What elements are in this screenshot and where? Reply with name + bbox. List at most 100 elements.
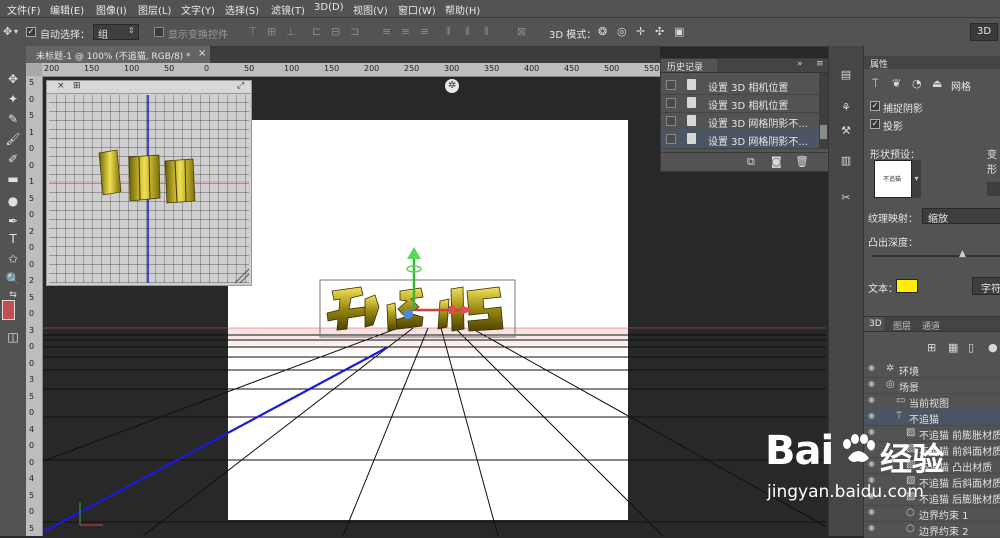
document-tab[interactable]: 未标题-1 @ 100% (不追猫, RGB/8) * × [26,46,210,63]
eye-icon[interactable]: ◉ [868,396,876,404]
light-source-icon[interactable]: ✲ [448,80,456,91]
adjustments-icon[interactable]: ⚒ [837,124,855,138]
transform-button[interactable] [987,182,1000,196]
history-item[interactable]: 设置 3D 相机位置 [661,94,819,113]
shape-preset-thumbnail[interactable]: 不追猫 [874,160,912,198]
slide-3d-icon[interactable]: ✣ [655,25,664,39]
distribute-right-icon[interactable]: ⦀ [484,25,489,39]
align-hcenter-icon[interactable]: ⊟ [331,25,340,39]
menu-file[interactable]: 文件(F) [7,2,41,17]
pen-icon[interactable]: ✒ [4,212,22,230]
menu-layer[interactable]: 图层(L) [138,2,171,17]
scale-3d-icon[interactable]: ▣ [674,25,684,39]
cap-tab-icon[interactable]: ◔ [912,77,922,91]
history-source-checkbox[interactable] [666,134,676,144]
align-top-icon[interactable]: ⊤ [248,25,258,39]
menu-type[interactable]: 文字(Y) [181,2,215,17]
history-source-checkbox[interactable] [666,80,676,90]
character-panel-button[interactable]: 字符 [972,277,1000,295]
layer-row[interactable]: ◉ ▭ 当前视图 [864,393,1000,410]
type-tool-icon[interactable]: T [4,230,22,248]
distribute-vcenter-icon[interactable]: ≡ [401,25,410,39]
menu-window[interactable]: 窗口(W) [398,2,436,17]
history-source-checkbox[interactable] [666,116,676,126]
mesh-tab-icon[interactable]: ⍑ [872,77,879,91]
chevron-down-icon[interactable]: ▾ [14,25,18,39]
new-document-from-state-icon[interactable]: ⧉ [747,155,755,169]
align-bottom-icon[interactable]: ⊥ [286,25,296,39]
panel-menu-icon[interactable]: ≡ [816,59,824,69]
align-left-icon[interactable]: ⊏ [312,25,321,39]
history-brush-icon[interactable]: ✐ [4,150,22,168]
menu-view[interactable]: 视图(V) [353,2,388,17]
filter-meshes-icon[interactable]: ▦ [948,341,958,355]
auto-align-icon[interactable]: ⊠ [517,25,526,39]
brush-icon[interactable]: 🖌 [4,130,22,148]
text-color-swatch[interactable] [896,279,918,293]
menu-help[interactable]: 帮助(H) [445,2,480,17]
eye-icon[interactable]: ◉ [868,412,876,420]
cast-shadow-checkbox[interactable]: ✓ [870,119,880,129]
workspace-3d-button[interactable]: 3D [970,23,998,41]
close-icon[interactable]: × [198,48,206,59]
magic-wand-icon[interactable]: ✦ [4,90,22,108]
tab-layers[interactable]: 图层 [893,319,911,332]
move-tool-icon[interactable]: ✥ [3,25,12,39]
tools-options-icon[interactable]: ✂ [837,191,855,205]
layer-row[interactable]: ◉ ◎ 场景 [864,377,1000,394]
orbit-3d-icon[interactable]: ❂ [598,25,607,39]
quick-mask-icon[interactable]: ◫ [4,328,22,346]
coordinates-tab-icon[interactable]: ⏏ [932,77,942,91]
menu-image[interactable]: 图像(I) [96,2,127,17]
auto-select-checkbox[interactable]: ✓ [26,27,36,37]
history-item-selected[interactable]: 设置 3D 网格阴影不... [661,130,819,149]
menu-select[interactable]: 选择(S) [225,2,259,17]
deform-tab-icon[interactable]: ❦ [892,77,901,91]
filter-materials-icon[interactable]: ▯ [968,341,974,355]
shape-preset-dropdown[interactable]: ▾ [912,160,921,198]
history-scrollbar[interactable] [819,73,828,149]
menu-edit[interactable]: 编辑(E) [50,2,84,17]
filter-lights-icon[interactable]: ● [988,341,998,355]
align-right-icon[interactable]: ⊐ [350,25,359,39]
auto-select-dropdown[interactable]: 组 ⇕ [93,24,139,41]
distribute-top-icon[interactable]: ≡ [382,25,391,39]
drag-3d-icon[interactable]: ✛ [636,25,645,39]
close-icon[interactable]: × [57,81,65,91]
layer-row[interactable]: ◉ ✲ 环境 [864,361,1000,378]
history-item[interactable]: 设置 3D 相机位置 [661,76,819,95]
view-menu-icon[interactable]: ⊞ [73,81,81,91]
distribute-hcenter-icon[interactable]: ⦀ [465,25,470,39]
menu-filter[interactable]: 滤镜(T) [271,2,305,17]
extrude-depth-slider[interactable] [872,255,1000,257]
show-transform-checkbox[interactable] [154,27,164,37]
secondary-view-panel[interactable]: × ⊞ ⤢ [46,80,252,286]
roll-3d-icon[interactable]: ◎ [617,25,627,39]
swap-view-icon[interactable]: ⤢ [237,81,244,91]
properties-panel-icon[interactable]: ▥ [837,154,855,168]
eye-icon[interactable]: ◉ [868,364,876,372]
camera-icon[interactable]: ◙ [771,155,782,169]
collapse-panel-icon[interactable]: » [797,59,803,69]
catch-shadow-checkbox[interactable]: ✓ [870,101,880,111]
vertical-ruler[interactable]: 5051001502002503003504004505 [26,76,43,536]
menu-3d[interactable]: 3D(D) [314,2,344,13]
horizontal-ruler[interactable]: 200 150 100 50 0 50 100 150 200 250 300 350 400 450 50… [42,63,660,77]
background-color-swatch[interactable] [2,300,15,320]
tab-3d[interactable]: 3D [869,319,882,329]
distribute-left-icon[interactable]: ⦀ [446,25,451,39]
distribute-bottom-icon[interactable]: ≡ [420,25,429,39]
gradient-icon[interactable]: ▬ [4,170,22,188]
align-vcenter-icon[interactable]: ⊞ [267,25,276,39]
eye-icon[interactable]: ◉ [868,380,876,388]
history-source-checkbox[interactable] [666,98,676,108]
texture-map-dropdown[interactable]: 缩放 [922,208,1000,225]
extrude-depth-slider-thumb[interactable]: ▲ [959,249,966,259]
trash-icon[interactable]: 🗑 [795,155,809,169]
tab-channels[interactable]: 通道 [922,319,940,332]
filter-whole-scene-icon[interactable]: ⊞ [927,341,936,355]
brush-settings-icon[interactable]: ⚘ [837,101,855,115]
move-tool-icon[interactable]: ✥ [4,70,22,88]
blur-icon[interactable]: ● [4,192,22,210]
history-scrollbar-thumb[interactable] [820,125,827,139]
